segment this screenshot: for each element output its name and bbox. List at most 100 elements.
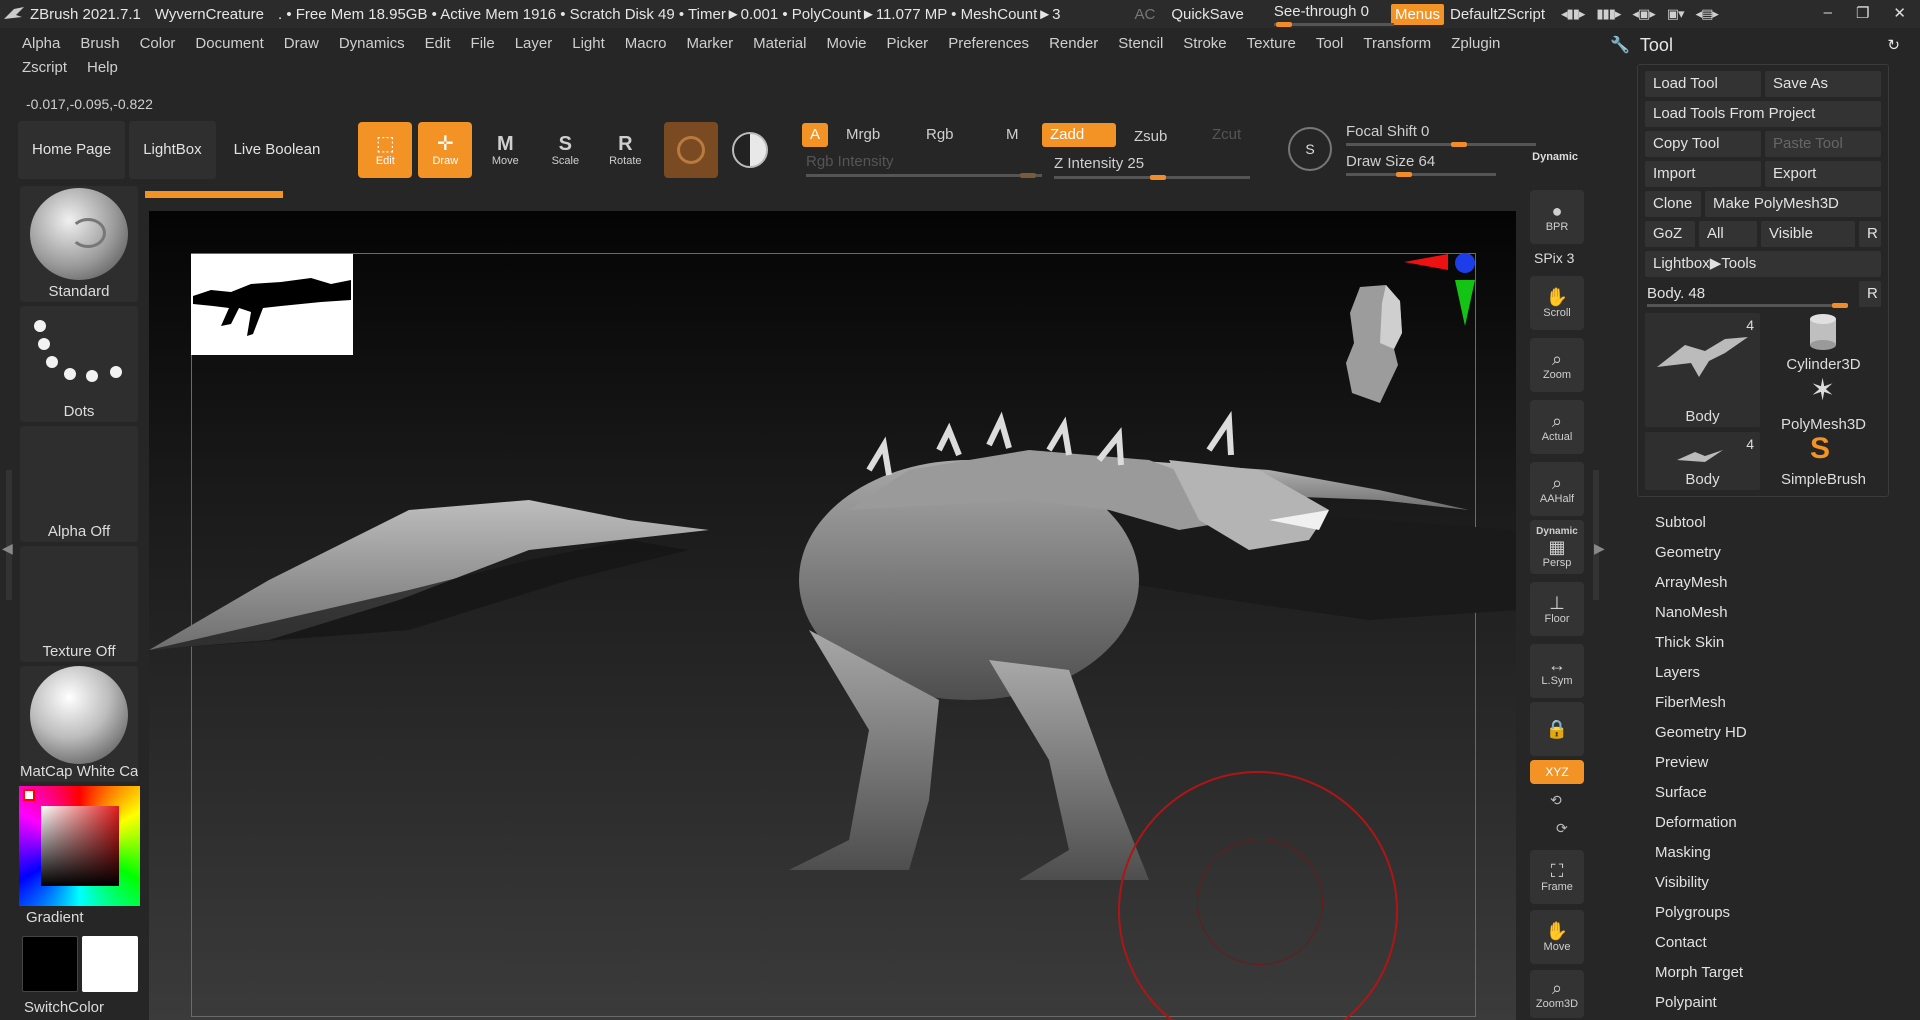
close-icon[interactable]: ✕	[1893, 4, 1906, 22]
tool-thumb-simplebrush[interactable]: S SimpleBrush	[1766, 432, 1881, 490]
subpalette-thick-skin[interactable]: Thick Skin	[1655, 628, 1747, 658]
tool-thumb-body[interactable]: 4 Body	[1645, 313, 1760, 427]
tool-slider-r-button[interactable]: R	[1859, 281, 1881, 307]
paste-tool-button[interactable]: Paste Tool	[1765, 131, 1881, 157]
x-axis-icon[interactable]	[1404, 254, 1448, 270]
save-as-button[interactable]: Save As	[1765, 71, 1881, 97]
switch-color-button[interactable]: SwitchColor	[24, 999, 104, 1016]
primary-color-swatch[interactable]	[22, 936, 78, 992]
material-quick-button[interactable]	[664, 122, 719, 178]
rgb-intensity-knob[interactable]	[1020, 173, 1036, 178]
brush-picker[interactable]: Standard	[20, 186, 138, 302]
navigation-gizmo-head[interactable]	[1340, 283, 1410, 407]
tool-palette-header[interactable]: 🔧 Tool ↻	[1610, 30, 1910, 60]
default-zscript-button[interactable]: DefaultZScript	[1450, 6, 1545, 23]
menu-material[interactable]: Material	[743, 32, 816, 56]
menu-render[interactable]: Render	[1039, 32, 1108, 56]
tool-thumb-polymesh3d[interactable]: ✶ PolyMesh3D	[1766, 373, 1881, 433]
load-tools-from-project-button[interactable]: Load Tools From Project	[1645, 101, 1881, 127]
home-page-button[interactable]: Home Page	[18, 121, 126, 179]
spix-slider[interactable]: SPix 3	[1534, 250, 1574, 266]
layout-4-icon[interactable]: ▣▾	[1667, 6, 1685, 22]
menu-help[interactable]: Help	[77, 56, 128, 80]
menu-tool[interactable]: Tool	[1306, 32, 1354, 56]
menu-zscript[interactable]: Zscript	[12, 56, 77, 80]
rgb-toggle[interactable]: Rgb	[918, 123, 962, 147]
copy-tool-button[interactable]: Copy Tool	[1645, 131, 1761, 157]
aahalf-button[interactable]: ⌕ AAHalf	[1530, 462, 1584, 516]
right-tray-arrow-icon[interactable]: ▶	[1594, 540, 1605, 557]
subpalette-geometry-hd[interactable]: Geometry HD	[1655, 718, 1747, 748]
gradient-toggle[interactable]: Gradient	[26, 909, 84, 926]
actual-button[interactable]: ⌕ Actual	[1530, 400, 1584, 454]
frame-button[interactable]: ⛶ Frame	[1530, 850, 1584, 904]
subpalette-morph-target[interactable]: Morph Target	[1655, 958, 1747, 988]
menu-dynamics[interactable]: Dynamics	[329, 32, 415, 56]
menu-file[interactable]: File	[461, 32, 505, 56]
a-toggle[interactable]: A	[802, 123, 829, 147]
tool-slider-track[interactable]	[1647, 304, 1847, 307]
subpalette-nanomesh[interactable]: NanoMesh	[1655, 598, 1747, 628]
layout-3-icon[interactable]: ◂▣▸	[1632, 6, 1655, 22]
draw-mode-button[interactable]: ✛ Draw	[418, 122, 473, 178]
rgb-intensity-track[interactable]	[806, 174, 1042, 177]
scale-mode-button[interactable]: S Scale	[538, 122, 592, 178]
subpalette-fibermesh[interactable]: FiberMesh	[1655, 688, 1747, 718]
edit-mode-button[interactable]: ⬚ Edit	[358, 122, 413, 178]
subpalette-masking[interactable]: Masking	[1655, 838, 1747, 868]
right-tray-handle[interactable]	[1593, 470, 1599, 600]
menu-texture[interactable]: Texture	[1237, 32, 1306, 56]
m-toggle[interactable]: M	[998, 123, 1027, 147]
draw-size-track[interactable]	[1346, 173, 1496, 176]
scroll-button[interactable]: ✋ Scroll	[1530, 276, 1584, 330]
tool-thumb-body-2[interactable]: 4 Body	[1645, 432, 1760, 490]
draw-size-knob[interactable]	[1396, 172, 1412, 177]
y-axis-icon[interactable]	[1455, 280, 1475, 326]
bpr-button[interactable]: ● BPR	[1530, 190, 1584, 244]
xyz-rotate-button[interactable]: XYZ	[1530, 760, 1584, 784]
menu-light[interactable]: Light	[562, 32, 615, 56]
subpalette-contact[interactable]: Contact	[1655, 928, 1747, 958]
make-polymesh3d-button[interactable]: Make PolyMesh3D	[1705, 191, 1881, 217]
menu-brush[interactable]: Brush	[70, 32, 129, 56]
focal-shift-knob[interactable]	[1451, 142, 1467, 147]
mrgb-toggle[interactable]: Mrgb	[838, 123, 888, 147]
import-button[interactable]: Import	[1645, 161, 1761, 187]
tool-slider-knob[interactable]	[1832, 303, 1848, 308]
subpalette-visibility[interactable]: Visibility	[1655, 868, 1747, 898]
z-axis-icon[interactable]	[1455, 253, 1475, 273]
left-tray-arrow-icon[interactable]: ◀	[2, 540, 13, 557]
minimize-icon[interactable]: –	[1824, 4, 1832, 22]
load-tool-button[interactable]: Load Tool	[1645, 71, 1761, 97]
tool-thumb-cylinder3d[interactable]: Cylinder3D	[1766, 313, 1881, 373]
layout-5-icon[interactable]: ◂▤▸	[1696, 6, 1719, 22]
subpalette-subtool[interactable]: Subtool	[1655, 508, 1747, 538]
menu-zplugin[interactable]: Zplugin	[1441, 32, 1510, 56]
export-button[interactable]: Export	[1765, 161, 1881, 187]
alpha-picker[interactable]: Alpha Off	[20, 426, 138, 542]
zoom-button[interactable]: ⌕ Zoom	[1530, 338, 1584, 392]
goz-r-button[interactable]: R	[1859, 221, 1881, 247]
subpalette-surface[interactable]: Surface	[1655, 778, 1747, 808]
z-rotate-icon[interactable]: ⟳	[1556, 820, 1568, 837]
zcut-toggle[interactable]: Zcut	[1204, 123, 1249, 147]
material-picker[interactable]: MatCap White Cav	[20, 666, 138, 782]
subpalette-deformation[interactable]: Deformation	[1655, 808, 1747, 838]
z-intensity-knob[interactable]	[1150, 175, 1166, 180]
menu-document[interactable]: Document	[185, 32, 273, 56]
texture-picker[interactable]: Texture Off	[20, 546, 138, 662]
restore-icon[interactable]: ❐	[1856, 4, 1869, 22]
zoom3d-button[interactable]: ⌕ Zoom3D	[1530, 970, 1584, 1018]
lightbox-tools-button[interactable]: Lightbox▶Tools	[1645, 251, 1881, 277]
live-boolean-button[interactable]: Live Boolean	[220, 121, 335, 179]
sphere-toggle-icon[interactable]	[732, 132, 769, 168]
move-mode-button[interactable]: M Move	[478, 122, 532, 178]
menu-macro[interactable]: Macro	[615, 32, 677, 56]
focal-shift-track[interactable]	[1346, 143, 1536, 146]
rotate-mode-button[interactable]: R Rotate	[598, 122, 652, 178]
clone-button[interactable]: Clone	[1645, 191, 1701, 217]
menu-transform[interactable]: Transform	[1353, 32, 1441, 56]
see-through-slider[interactable]: See-through 0	[1273, 3, 1394, 27]
floor-button[interactable]: ⊥ Floor	[1530, 582, 1584, 636]
dynamic-toggle[interactable]: Dynamic	[1532, 151, 1578, 163]
